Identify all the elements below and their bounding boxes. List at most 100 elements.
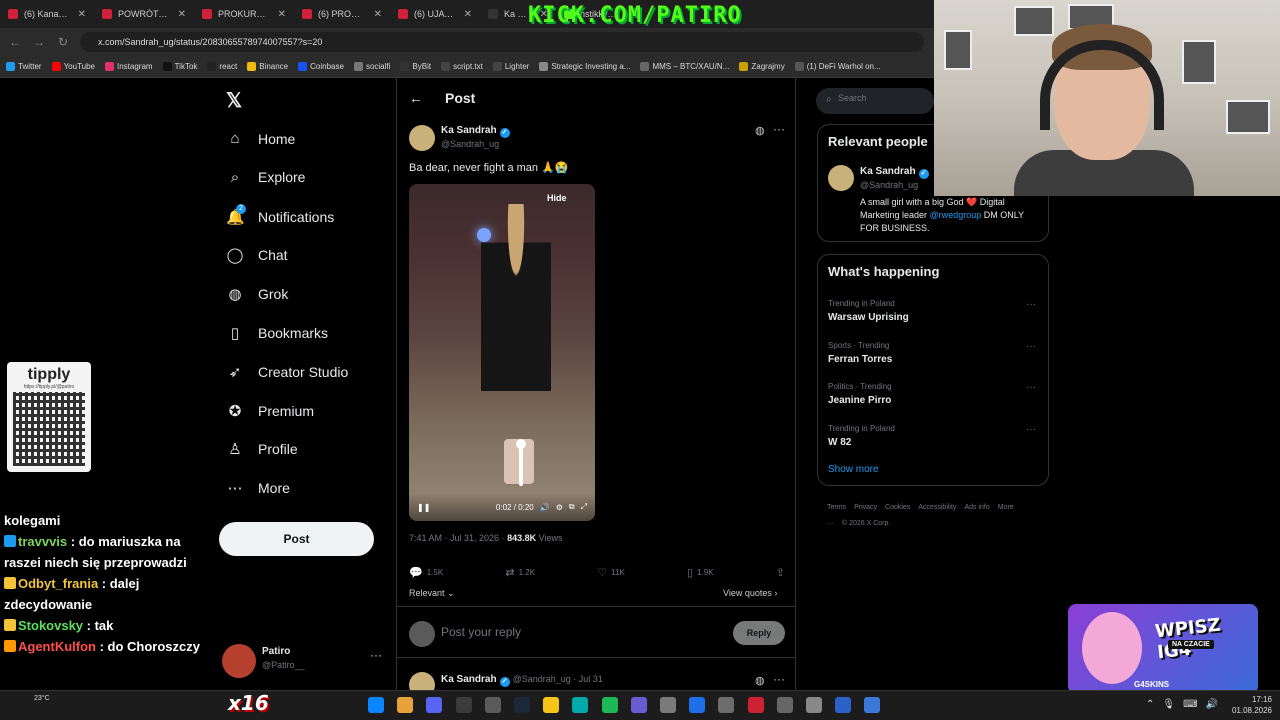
repost-action[interactable]: ⇄ 1.2K bbox=[505, 566, 535, 579]
nav-item-profile[interactable]: ♙ Profile bbox=[226, 440, 297, 458]
person-handle[interactable]: @Sandrah_ug bbox=[860, 180, 918, 190]
share-action[interactable]: ⇪ bbox=[776, 566, 785, 579]
reload-icon[interactable]: ↻ bbox=[56, 35, 70, 49]
bookmark-item[interactable]: (1) DeFi Warhol on... bbox=[794, 62, 881, 71]
nav-item-more[interactable]: ⋯ More bbox=[226, 479, 290, 497]
footer-link[interactable]: © 2026 X Corp. bbox=[842, 520, 890, 527]
mic-icon[interactable]: 🎙 bbox=[1162, 699, 1175, 710]
bookmark-item[interactable]: Twitter bbox=[6, 62, 42, 71]
forward-icon[interactable]: → bbox=[32, 35, 46, 49]
bookmark-item[interactable]: Strategic Investing a... bbox=[539, 62, 630, 71]
bookmark-item[interactable]: script.txt bbox=[441, 62, 483, 71]
nav-item-bookmarks[interactable]: ▯ Bookmarks bbox=[226, 324, 328, 342]
post-button[interactable]: Post bbox=[219, 522, 374, 556]
nav-item-home[interactable]: ⌂ Home bbox=[226, 130, 295, 147]
clock-date[interactable]: 01.08.2026 bbox=[1228, 706, 1272, 715]
bookmark-item[interactable]: Zagrajmy bbox=[739, 62, 785, 71]
app-icon[interactable] bbox=[572, 697, 589, 713]
discord-icon[interactable] bbox=[426, 697, 443, 713]
trend-item[interactable]: Trending in Poland W 82 ··· bbox=[828, 424, 1040, 448]
more-icon[interactable]: ··· bbox=[773, 122, 785, 136]
close-icon[interactable]: ✕ bbox=[464, 9, 472, 20]
app-icon[interactable] bbox=[864, 697, 881, 713]
fullscreen-icon[interactable]: ⤢ bbox=[581, 502, 587, 512]
bookmark-item[interactable]: Coinbase bbox=[298, 62, 344, 71]
app-icon[interactable] bbox=[455, 697, 472, 713]
nav-item-chat[interactable]: ◯ Chat bbox=[226, 246, 288, 264]
nav-item-creator-studio[interactable]: ➶ Creator Studio bbox=[226, 363, 349, 381]
x-logo-icon[interactable]: 𝕏 bbox=[226, 88, 242, 113]
avatar[interactable] bbox=[828, 165, 854, 191]
app-icon[interactable] bbox=[660, 697, 676, 713]
nav-item-explore[interactable]: ⌕ Explore bbox=[226, 169, 306, 186]
chevron-up-icon[interactable]: ⌃ bbox=[1146, 699, 1154, 710]
settings-icon[interactable]: ⚙ bbox=[556, 503, 563, 512]
speaker-icon[interactable]: 🔊 bbox=[1206, 699, 1218, 710]
nav-item-notifications[interactable]: 🔔 2 Notifications bbox=[226, 203, 334, 226]
close-icon[interactable]: ✕ bbox=[78, 9, 86, 20]
like-action[interactable]: ♡ 11K bbox=[597, 566, 625, 579]
app-icon[interactable] bbox=[718, 697, 735, 713]
close-icon[interactable]: ✕ bbox=[178, 9, 186, 20]
browser-tab[interactable]: (6) Kanał Zero ✕ bbox=[0, 0, 94, 28]
mention-link[interactable]: @rwedgroup bbox=[930, 210, 982, 220]
reply-item[interactable]: Ka Sandrah ✓ @Sandrah_ug · Jul 31 ◍ ··· bbox=[409, 670, 789, 698]
app-icon[interactable] bbox=[630, 697, 647, 713]
app-icon[interactable] bbox=[806, 697, 822, 713]
pip-icon[interactable]: ⧉ bbox=[569, 502, 575, 512]
volume-knob[interactable] bbox=[516, 439, 526, 449]
reply-action[interactable]: 💬 1.5K bbox=[409, 566, 443, 579]
close-icon[interactable]: ✕ bbox=[374, 9, 382, 20]
search-input[interactable] bbox=[838, 93, 928, 103]
nav-item-grok[interactable]: ◍ Grok bbox=[226, 285, 288, 303]
bookmark-item[interactable]: Instagram bbox=[105, 62, 153, 71]
trend-item[interactable]: Politics · Trending Jeanine Pirro ··· bbox=[828, 382, 1040, 406]
back-icon[interactable]: ← bbox=[8, 35, 22, 49]
bookmark-action[interactable]: ▯ 1.9K bbox=[687, 566, 714, 579]
close-icon[interactable]: ✕ bbox=[278, 9, 286, 20]
bookmark-item[interactable]: socialfi bbox=[353, 62, 390, 71]
pause-icon[interactable]: ❚❚ bbox=[417, 503, 430, 512]
nav-item-premium[interactable]: ✪ Premium bbox=[226, 402, 314, 420]
clock-time[interactable]: 17:16 bbox=[1236, 695, 1272, 704]
trend-item[interactable]: Sports · Trending Ferran Torres ··· bbox=[828, 341, 1040, 365]
more-icon[interactable]: ··· bbox=[1026, 424, 1036, 435]
author-name[interactable]: Ka Sandrah ✓ bbox=[441, 125, 510, 138]
account-switcher[interactable]: Patiro @Patiro__ ··· bbox=[222, 644, 392, 680]
app-icon[interactable] bbox=[747, 697, 764, 713]
url-field[interactable]: x.com/Sandrah_ug/status/2083065578974007… bbox=[80, 32, 924, 52]
bookmark-item[interactable]: Lighter bbox=[492, 62, 529, 71]
chrome-icon[interactable] bbox=[397, 697, 414, 713]
spotify-icon[interactable] bbox=[601, 697, 618, 713]
video-player[interactable]: Hide ❚❚ 0:02 / 0:20 🔊 ⚙ ⧉ ⤢ bbox=[409, 184, 595, 521]
more-icon[interactable]: ··· bbox=[370, 648, 382, 662]
more-icon[interactable]: ··· bbox=[1026, 299, 1036, 310]
person-name[interactable]: Ka Sandrah ✓ bbox=[860, 166, 929, 179]
bookmark-item[interactable]: MMS – BTC/XAU/N... bbox=[640, 62, 729, 71]
obs-icon[interactable] bbox=[484, 697, 501, 713]
author-handle[interactable]: @Sandrah_ug bbox=[441, 139, 499, 149]
windows-start-icon[interactable] bbox=[368, 697, 384, 713]
reply-input[interactable] bbox=[441, 625, 701, 639]
steam-icon[interactable] bbox=[514, 697, 530, 713]
footer-link[interactable]: Accessibility bbox=[918, 504, 956, 511]
trend-item[interactable]: Trending in Poland Warsaw Uprising ··· bbox=[828, 299, 1040, 323]
footer-link[interactable]: Ads info bbox=[964, 504, 989, 511]
browser-tab[interactable]: POWRÓT TEAM ✕ bbox=[94, 0, 194, 28]
footer-link[interactable]: Terms bbox=[827, 504, 846, 511]
hide-button[interactable]: Hide bbox=[547, 193, 567, 203]
footer-link[interactable]: Cookies bbox=[885, 504, 910, 511]
sort-dropdown[interactable]: Relevant ⌄ bbox=[409, 588, 455, 599]
app-icon[interactable] bbox=[835, 697, 852, 713]
network-icon[interactable]: ⌨ bbox=[1183, 699, 1197, 710]
grok-icon[interactable]: ◍ bbox=[755, 674, 765, 687]
grok-icon[interactable]: ◍ bbox=[755, 124, 765, 137]
footer-link[interactable]: Privacy bbox=[854, 504, 877, 511]
folder-icon[interactable] bbox=[543, 697, 560, 713]
reply-button[interactable]: Reply bbox=[733, 621, 785, 645]
bookmark-item[interactable]: Binance bbox=[247, 62, 288, 71]
avatar[interactable] bbox=[409, 125, 435, 151]
bookmark-item[interactable]: react bbox=[207, 62, 237, 71]
bookmark-item[interactable]: YouTube bbox=[51, 62, 95, 71]
reply-author[interactable]: Ka Sandrah ✓ @Sandrah_ug · Jul 31 bbox=[441, 674, 603, 687]
